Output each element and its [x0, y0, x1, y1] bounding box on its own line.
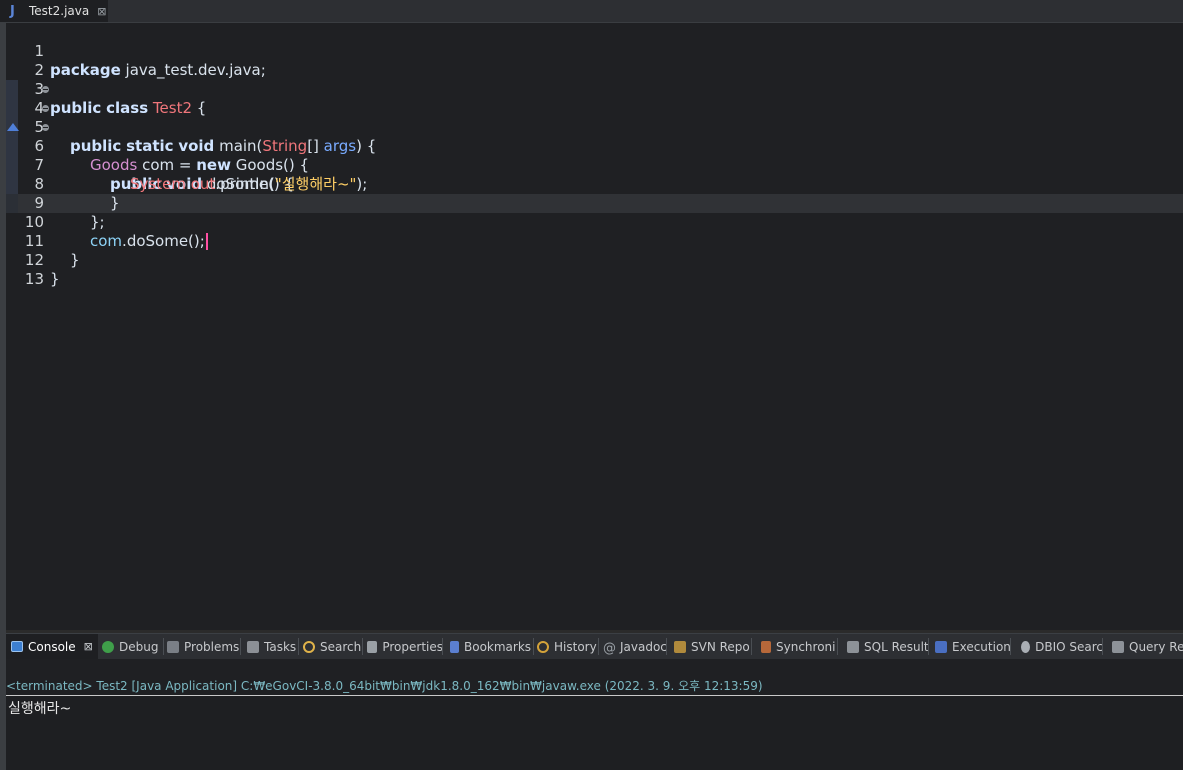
code-line: 9 }; [6, 175, 1183, 231]
debug-icon [102, 640, 114, 653]
code-line: 2 [6, 42, 1183, 79]
tab-label: Synchroni [776, 639, 836, 654]
tab-separator [598, 638, 599, 655]
tab-label: History [554, 639, 597, 654]
query-result-icon [1112, 640, 1124, 653]
tab-label: Execution [952, 639, 1011, 654]
tab-bookmarks[interactable]: Bookmarks [450, 634, 534, 659]
tab-label: Bookmarks [464, 639, 532, 654]
tab-separator [298, 638, 299, 655]
tab-separator [751, 638, 752, 655]
code-line: 12 } [6, 232, 1183, 288]
tab-label: Problems [184, 639, 240, 654]
tab-label: Search [320, 639, 362, 654]
tab-svn-repo[interactable]: SVN Repo [674, 634, 752, 659]
problems-icon [167, 640, 179, 653]
tab-label: SVN Repo [691, 639, 750, 654]
bookmarks-icon [450, 640, 459, 653]
tab-label: Properties [382, 639, 443, 654]
ide-window: J Test2.java ⊠ 1 package java_test.dev.j… [0, 0, 1183, 770]
console-output-text: 실행해라~ [8, 701, 72, 717]
fold-collapse-icon[interactable] [42, 105, 49, 112]
tab-separator [928, 638, 929, 655]
console-toolbar-area [6, 659, 1183, 677]
tab-tasks[interactable]: Tasks [247, 634, 299, 659]
tab-label: SQL Result [864, 639, 929, 654]
tab-separator [240, 638, 241, 655]
search-icon [303, 640, 315, 653]
tab-separator [533, 638, 534, 655]
code-line: 4 public static void main(String[] args)… [6, 80, 1183, 155]
code-editor[interactable]: 1 package java_test.dev.java; 2 3 public… [6, 23, 1183, 630]
tab-separator [163, 638, 164, 655]
tab-dbio-search[interactable]: DBIO Searc [1021, 634, 1103, 659]
fold-collapse-icon[interactable] [42, 86, 49, 93]
sql-result-icon [847, 640, 859, 653]
tab-separator [666, 638, 667, 655]
javadoc-icon: @ [603, 640, 616, 656]
fold-collapse-icon[interactable] [42, 124, 49, 131]
tab-separator [442, 638, 443, 655]
svn-icon [674, 640, 686, 653]
dbio-search-icon [1021, 640, 1031, 653]
execution-icon [935, 640, 947, 653]
tab-separator [1102, 638, 1103, 655]
tab-debug[interactable]: Debug [102, 634, 164, 659]
code-line: 11 } [6, 213, 1183, 269]
editor-tab-title: Test2.java [29, 4, 90, 18]
code-line: 3 public class Test2 { [6, 61, 1183, 117]
synchronize-icon [761, 640, 771, 653]
code-line: 5 Goods com = new Goods() { [6, 99, 1183, 174]
code-text: } [50, 270, 60, 288]
tab-label: Query Res [1129, 639, 1183, 654]
tab-execution[interactable]: Execution [935, 634, 1011, 659]
editor-tab-test2[interactable]: J Test2.java ⊠ [0, 0, 108, 22]
tab-history[interactable]: History [537, 634, 599, 659]
code-line: 7 System.out.println("실행해라~"); [6, 137, 1183, 193]
tab-query-result[interactable]: Query Res [1112, 634, 1183, 659]
views-tab-bar: Console ⊠ Debug Problems Tasks Search Pr… [6, 633, 1183, 660]
tab-label: DBIO Searc [1035, 639, 1103, 654]
tab-synchronize[interactable]: Synchroni [761, 634, 838, 659]
console-output[interactable]: 실행해라~ [6, 696, 1183, 770]
console-status: <terminated> Test2 [Java Application] C:… [6, 677, 1183, 696]
tab-javadoc[interactable]: @ Javadoc [603, 634, 667, 659]
tab-problems[interactable]: Problems [167, 634, 241, 659]
close-icon[interactable]: ⊠ [84, 640, 93, 653]
tab-label: Javadoc [620, 639, 667, 654]
tab-label: Debug [119, 639, 159, 654]
code-line: 6 public void doSome() { [6, 118, 1183, 193]
history-icon [537, 640, 549, 653]
tasks-icon [247, 640, 259, 653]
tab-label: Tasks [264, 639, 297, 654]
code-line: 1 package java_test.dev.java; [6, 23, 1183, 79]
tab-separator [837, 638, 838, 655]
tab-properties[interactable]: Properties [367, 634, 443, 659]
tab-label: Console [28, 639, 76, 654]
tab-sql-result[interactable]: SQL Result [847, 634, 929, 659]
line-number: 13 [24, 270, 44, 288]
code-line: 13 [6, 251, 1183, 288]
tab-search[interactable]: Search [303, 634, 363, 659]
editor-tab-bar: J Test2.java ⊠ [0, 0, 1183, 23]
tab-console[interactable]: Console ⊠ [6, 634, 98, 659]
console-icon [11, 641, 23, 652]
properties-icon [367, 640, 378, 653]
close-icon[interactable]: ⊠ [97, 5, 106, 18]
java-file-icon: J [10, 3, 15, 19]
code-line: 8 } [6, 156, 1183, 212]
tab-separator [362, 638, 363, 655]
code-line-current: 10 com.doSome(); [6, 194, 1183, 250]
tab-separator [1010, 638, 1011, 655]
